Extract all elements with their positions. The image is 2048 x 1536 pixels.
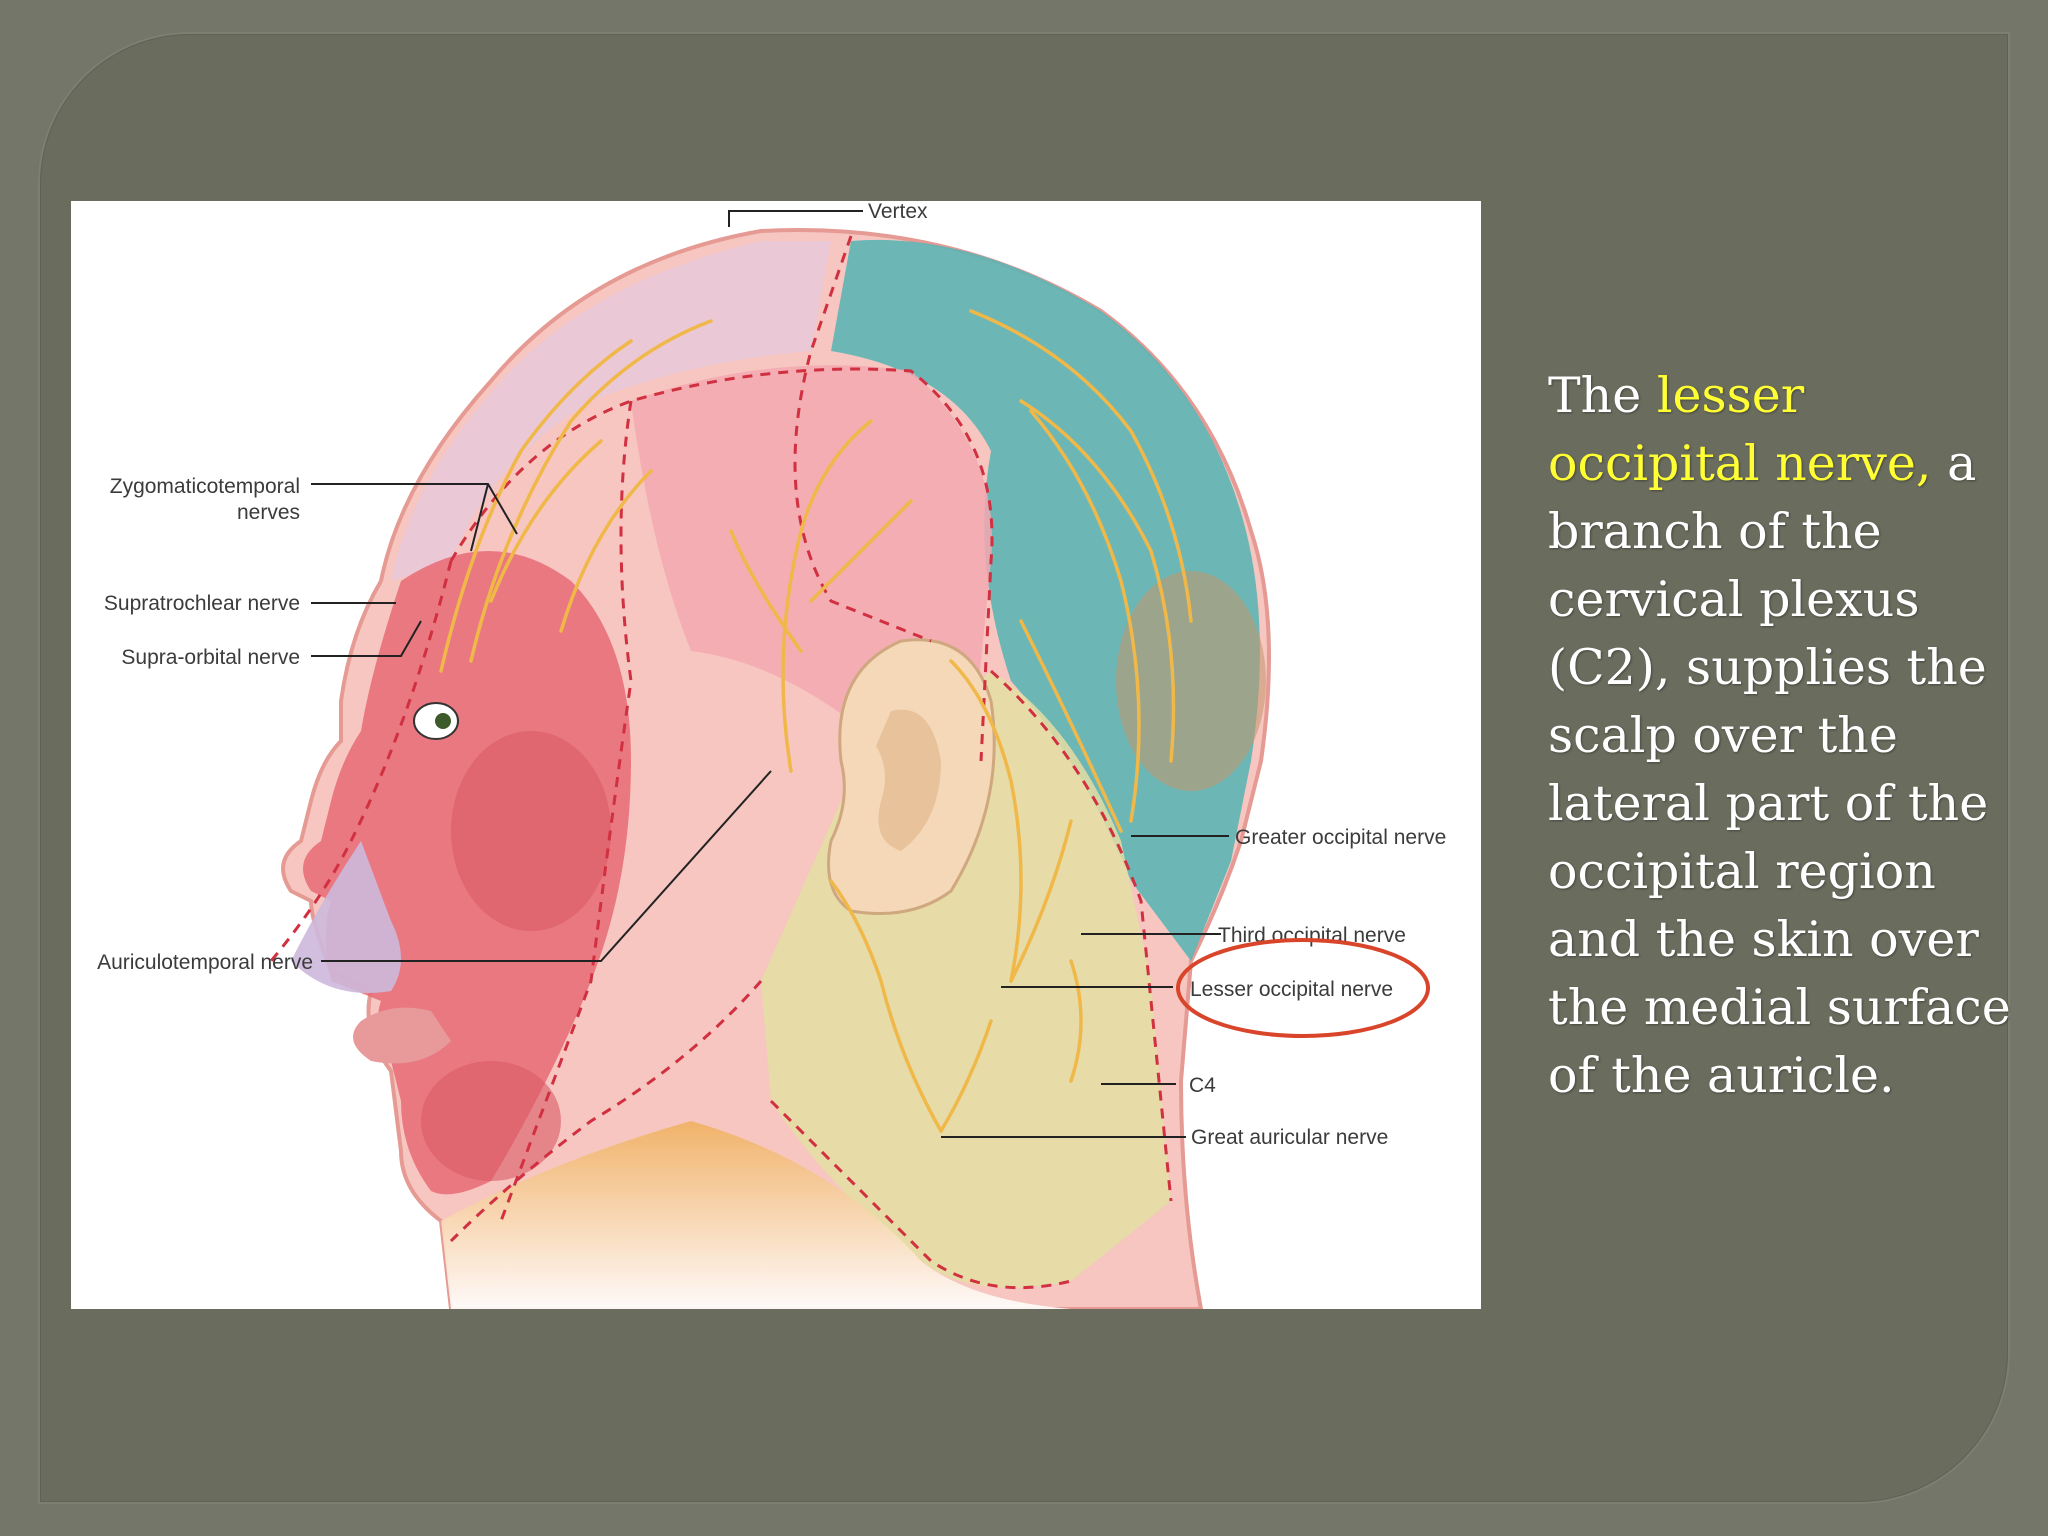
orbicularis-oris (421, 1061, 561, 1181)
head-nerve-diagram: Vertex Zygomaticotemporal nerves Supratr… (71, 201, 1481, 1309)
label-c4: C4 (1189, 1074, 1216, 1097)
label-zygomaticotemporal-line2: nerves (237, 501, 300, 524)
orbicularis-oculi (451, 731, 611, 931)
eye-iris (435, 713, 451, 729)
label-auriculotemporal: Auriculotemporal nerve (97, 951, 313, 974)
label-lesser-occipital: Lesser occipital nerve (1190, 978, 1393, 1001)
label-vertex: Vertex (868, 201, 928, 223)
label-zygomaticotemporal: Zygomaticotemporal (110, 475, 300, 498)
description-text: The lesser occipital nerve, a branch of … (1548, 362, 2018, 1110)
label-supraorbital: Supra-orbital nerve (121, 646, 300, 669)
description-body: a branch of the cervical plexus (C2), su… (1548, 435, 2011, 1104)
label-great-auricular: Great auricular nerve (1191, 1126, 1388, 1149)
label-supratrochlear: Supratrochlear nerve (104, 592, 300, 615)
label-greater-occipital: Greater occipital nerve (1235, 826, 1446, 849)
description-intro: The (1548, 367, 1642, 424)
